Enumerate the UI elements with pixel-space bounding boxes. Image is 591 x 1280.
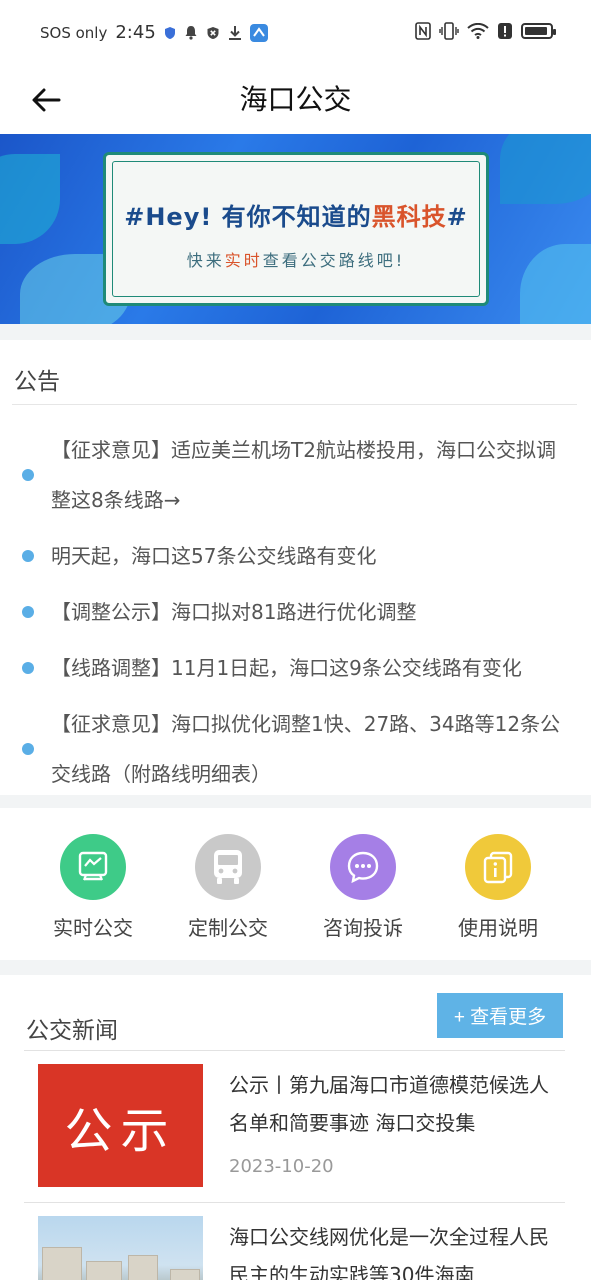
notice-section: 公告 【征求意见】适应美兰机场T2航站楼投用，海口公交拟调整这8条线路→ 明天起… xyxy=(0,340,591,795)
news-item[interactable]: 海口公交线网优化是一次全过程人民民主的生动实践等30件海南 xyxy=(38,1216,564,1280)
notice-item[interactable]: 【征求意见】适应美兰机场T2航站楼投用，海口公交拟调整这8条线路→ xyxy=(22,422,572,528)
notice-text: 【征求意见】适应美兰机场T2航站楼投用，海口公交拟调整这8条线路→ xyxy=(51,438,556,512)
menu-label: 咨询投诉 xyxy=(323,916,403,940)
battery-level xyxy=(525,27,547,35)
notice-item[interactable]: 【线路调整】11月1日起，海口这9条公交线路有变化 xyxy=(22,640,572,696)
bell-icon xyxy=(184,25,198,40)
menu-realtime-bus[interactable]: 实时公交 xyxy=(38,834,148,941)
menu-custom-bus[interactable]: 定制公交 xyxy=(173,834,283,941)
banner-decoration xyxy=(0,154,60,244)
notice-item[interactable]: 明天起，海口这57条公交线路有变化 xyxy=(22,528,572,584)
banner-headline: #Hey! 有你不知道的黑科技# xyxy=(124,203,468,231)
promo-banner[interactable]: #Hey! 有你不知道的黑科技# 快来实时查看公交路线吧! xyxy=(0,134,591,324)
news-thumbnail xyxy=(38,1216,203,1280)
carrier-text: SOS only xyxy=(40,23,108,42)
building-shape xyxy=(42,1247,82,1280)
banner-decoration xyxy=(520,244,591,324)
news-headline: 海口公交线网优化是一次全过程人民民主的生动实践等30件海南 xyxy=(229,1225,549,1280)
realtime-bus-icon xyxy=(60,834,126,900)
building-shape xyxy=(128,1255,158,1280)
menu-label: 实时公交 xyxy=(53,916,133,940)
menu-consult-complaint[interactable]: 咨询投诉 xyxy=(308,834,418,941)
notice-item[interactable]: 【征求意见】海口拟优化调整1快、27路、34路等12条公交线路（附路线明细表） xyxy=(22,696,572,802)
banner-decoration xyxy=(500,134,591,204)
app-header: 海口公交 xyxy=(0,66,591,134)
info-cards-icon xyxy=(465,834,531,900)
news-item[interactable]: 公示 公示丨第九届海口市道德模范候选人名单和简要事迹 海口交投集 2023-10… xyxy=(38,1064,564,1188)
quick-menu: 实时公交 定制公交 咨询投诉 使用说明 xyxy=(0,808,591,960)
alert-icon xyxy=(497,22,513,40)
news-title: 公交新闻 xyxy=(26,1018,118,1044)
status-time: 2:45 xyxy=(115,22,156,43)
banner-card: #Hey! 有你不知道的黑科技# 快来实时查看公交路线吧! xyxy=(103,152,489,306)
building-shape xyxy=(86,1261,122,1280)
status-left: SOS only 2:45 xyxy=(40,22,268,43)
bullet-dot xyxy=(22,469,34,481)
notice-title: 公告 xyxy=(14,369,60,395)
bullet-dot xyxy=(22,550,34,562)
page-title: 海口公交 xyxy=(239,83,352,116)
notice-text: 【调整公示】海口拟对81路进行优化调整 xyxy=(51,600,417,624)
news-section: 公交新闻 + 查看更多 公示 公示丨第九届海口市道德模范候选人名单和简要事迹 海… xyxy=(0,975,591,1280)
divider xyxy=(24,1050,565,1051)
status-bar: SOS only 2:45 xyxy=(0,0,591,66)
divider xyxy=(12,404,577,405)
banner-subtitle: 快来实时查看公交路线吧! xyxy=(186,251,406,270)
notice-text: 明天起，海口这57条公交线路有变化 xyxy=(51,544,377,568)
notice-text: 【线路调整】11月1日起，海口这9条公交线路有变化 xyxy=(51,656,522,680)
shield-icon xyxy=(164,26,176,40)
wifi-icon xyxy=(467,23,489,39)
news-date: 2023-10-20 xyxy=(229,1156,334,1177)
nfc-icon xyxy=(415,22,431,40)
view-more-button[interactable]: + 查看更多 xyxy=(437,993,563,1038)
vibrate-icon xyxy=(439,22,459,40)
block-icon xyxy=(206,26,220,40)
download-icon xyxy=(228,25,242,41)
building-shape xyxy=(170,1269,200,1280)
divider xyxy=(24,1202,565,1203)
bus-icon xyxy=(195,834,261,900)
notice-item[interactable]: 【调整公示】海口拟对81路进行优化调整 xyxy=(22,584,572,640)
notice-text: 【征求意见】海口拟优化调整1快、27路、34路等12条公交线路（附路线明细表） xyxy=(51,712,561,786)
battery-icon xyxy=(521,23,556,39)
menu-label: 使用说明 xyxy=(458,916,538,940)
chat-icon xyxy=(330,834,396,900)
notice-list: 【征求意见】适应美兰机场T2航站楼投用，海口公交拟调整这8条线路→ 明天起，海口… xyxy=(22,422,572,802)
bullet-dot xyxy=(22,662,34,674)
status-right xyxy=(415,22,556,40)
bullet-dot xyxy=(22,606,34,618)
news-headline: 公示丨第九届海口市道德模范候选人名单和简要事迹 海口交投集 xyxy=(229,1073,549,1135)
news-thumbnail: 公示 xyxy=(38,1064,203,1187)
app-notify-icon xyxy=(249,23,268,42)
bullet-dot xyxy=(22,743,34,755)
menu-instructions[interactable]: 使用说明 xyxy=(443,834,553,941)
menu-label: 定制公交 xyxy=(188,916,268,940)
